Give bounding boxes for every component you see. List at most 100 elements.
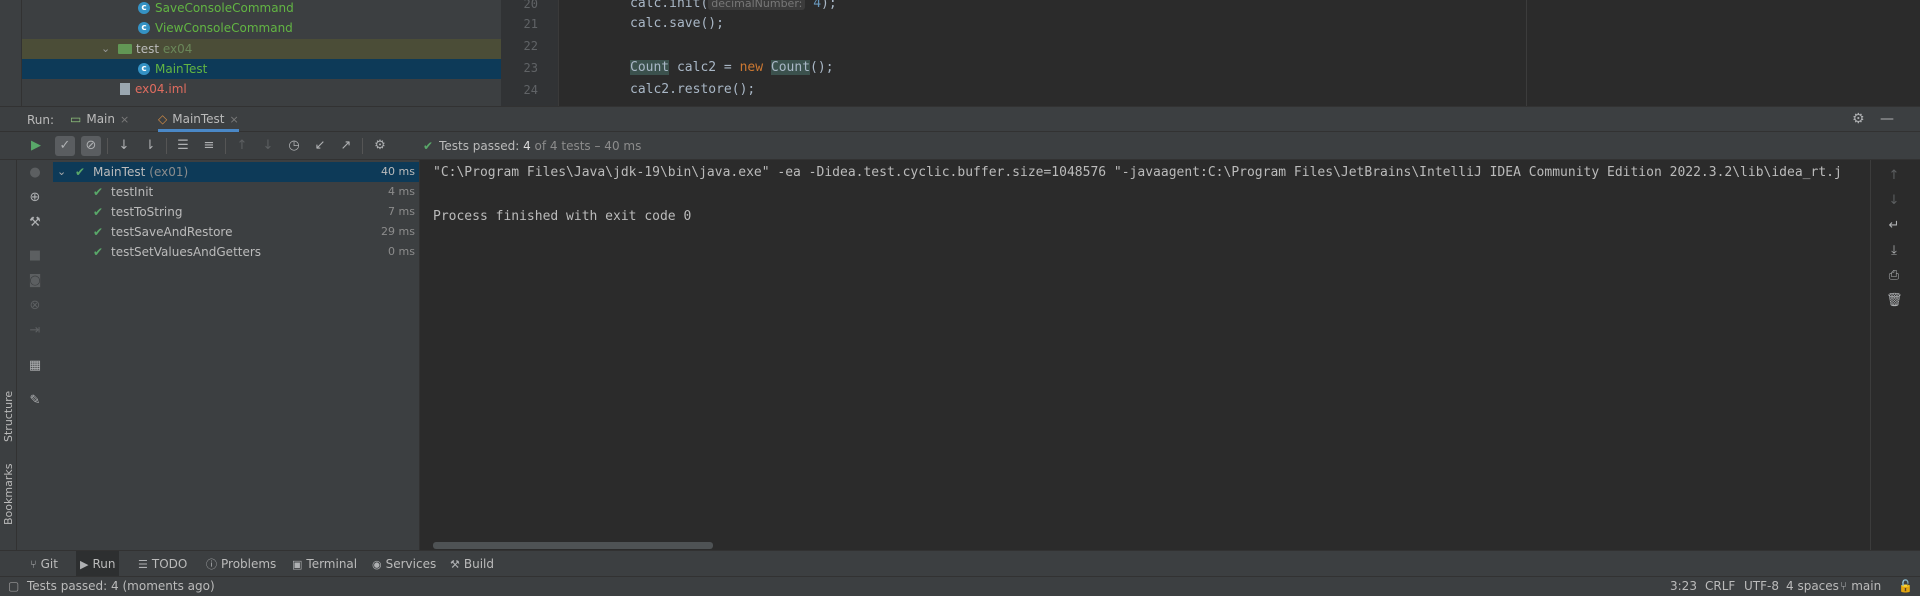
gear-icon[interactable]: ⚙ bbox=[1852, 111, 1865, 127]
file-encoding[interactable]: UTF-8 bbox=[1744, 579, 1779, 593]
settings-icon[interactable]: ⚙ bbox=[370, 136, 390, 156]
git-branch[interactable]: ⑂ main bbox=[1840, 579, 1881, 593]
code-line: calc2.restore(); bbox=[630, 82, 756, 97]
test-row[interactable]: ✔ testToString 7 ms bbox=[53, 202, 419, 222]
toolbar-separator bbox=[225, 138, 226, 154]
run-tool-button[interactable]: ▶ Run bbox=[76, 551, 120, 577]
terminal-icon: ▣ bbox=[292, 558, 303, 571]
sort-alphabetically-icon[interactable]: ↓ bbox=[114, 136, 134, 156]
caret-position[interactable]: 3:23 bbox=[1670, 579, 1697, 593]
check-icon: ✔ bbox=[93, 245, 104, 259]
run-config-icon: ▭ bbox=[70, 112, 82, 126]
services-icon: ◉ bbox=[372, 558, 382, 571]
git-icon: ⑂ bbox=[30, 558, 37, 571]
module-file-icon bbox=[120, 83, 130, 95]
junit-icon: ◇ bbox=[158, 112, 168, 126]
code-line: calc.save(); bbox=[630, 16, 724, 31]
project-tree: c SaveConsoleCommand c ViewConsoleComman… bbox=[22, 0, 501, 106]
debug-icon[interactable]: ● bbox=[27, 165, 43, 180]
class-icon: c bbox=[138, 2, 150, 14]
import-tests-icon[interactable]: ↙ bbox=[310, 136, 330, 156]
check-icon: ✔ bbox=[93, 225, 104, 239]
collapse-all-icon[interactable]: ≡ bbox=[199, 136, 219, 156]
class-icon: c bbox=[138, 63, 150, 75]
chevron-down-icon[interactable]: ⌄ bbox=[101, 39, 110, 59]
export-results-icon[interactable]: ↗ bbox=[336, 136, 356, 156]
editor-right-margin bbox=[1526, 0, 1920, 106]
toolbar-separator bbox=[166, 138, 167, 154]
test-row[interactable]: ✔ testSaveAndRestore 29 ms bbox=[53, 222, 419, 242]
project-tree-item[interactable]: c MainTest bbox=[22, 59, 501, 79]
run-panel-label: Run: bbox=[27, 113, 55, 127]
status-message[interactable]: Tests passed: 4 (moments ago) bbox=[27, 579, 215, 593]
project-tree-item[interactable]: c ViewConsoleCommand bbox=[22, 18, 501, 38]
services-tool-button[interactable]: ◉ Services bbox=[368, 551, 440, 577]
project-tree-item[interactable]: c SaveConsoleCommand bbox=[22, 0, 501, 18]
check-icon: ✔ bbox=[93, 185, 104, 199]
test-row[interactable]: ✔ testInit 4 ms bbox=[53, 182, 419, 202]
todo-tool-button[interactable]: ☰ TODO bbox=[134, 551, 191, 577]
tab-maintest[interactable]: ◇ MainTest × bbox=[158, 107, 239, 132]
attach-icon[interactable]: ⊕ bbox=[27, 190, 43, 205]
restore-layout-icon[interactable]: ⊗ bbox=[27, 298, 43, 313]
left-tool-strip bbox=[0, 0, 22, 106]
toolbar-separator bbox=[362, 138, 363, 154]
terminal-tool-button[interactable]: ▣ Terminal bbox=[288, 551, 361, 577]
indent-setting[interactable]: 4 spaces bbox=[1786, 579, 1839, 593]
rerun-icon[interactable]: ▶ bbox=[26, 136, 46, 156]
project-tree-item[interactable]: ex04.iml bbox=[22, 79, 501, 99]
down-arrow-icon[interactable]: ↓ bbox=[1886, 193, 1902, 208]
show-ignored-icon[interactable]: ⊘ bbox=[81, 136, 101, 156]
trash-icon[interactable]: 🗑 bbox=[1886, 293, 1903, 308]
previous-failed-icon[interactable]: ↑ bbox=[232, 136, 252, 156]
code-line: calc.init(decimalNumber: 4); bbox=[630, 0, 837, 11]
build-tool-button[interactable]: ⚒ Build bbox=[446, 551, 498, 577]
test-row[interactable]: ✔ testSetValuesAndGetters 0 ms bbox=[53, 242, 419, 262]
branch-icon: ⑂ bbox=[1840, 579, 1848, 593]
project-tree-item[interactable]: ⌄ test ex04 bbox=[22, 39, 501, 59]
left-side-strip: Structure Bookmarks bbox=[0, 160, 17, 550]
tool-window-bar: ⑂ Git ▶ Run ☰ TODO ⓘ Problems ▣ Terminal ◉ Ser… bbox=[0, 550, 1920, 577]
exit-icon[interactable]: ⇥ bbox=[27, 323, 43, 338]
close-icon[interactable]: × bbox=[230, 113, 239, 126]
problems-tool-button[interactable]: ⓘ Problems bbox=[202, 551, 280, 577]
soft-wrap-icon[interactable]: ↵ bbox=[1886, 218, 1902, 233]
expand-all-icon[interactable]: ☰ bbox=[173, 136, 193, 156]
stop-icon[interactable]: ■ bbox=[27, 248, 43, 263]
folder-icon bbox=[118, 44, 132, 54]
git-tool-button[interactable]: ⑂ Git bbox=[26, 551, 62, 577]
tab-main[interactable]: ▭ Main × bbox=[70, 107, 129, 132]
camera-icon[interactable]: ◙ bbox=[27, 273, 43, 288]
print-icon[interactable]: ⎙ bbox=[1886, 268, 1902, 283]
up-arrow-icon[interactable]: ↑ bbox=[1886, 168, 1902, 183]
bookmarks-tool-button[interactable]: Bookmarks bbox=[2, 464, 15, 525]
code-editor[interactable]: calc.init(decimalNumber: 4); calc.save()… bbox=[560, 0, 1526, 106]
check-icon: ✔ bbox=[423, 139, 434, 153]
scroll-to-end-icon[interactable]: ⤓ bbox=[1886, 243, 1902, 258]
wrench-icon[interactable]: ⚒ bbox=[27, 215, 43, 230]
show-passed-icon[interactable]: ✓ bbox=[55, 136, 75, 156]
run-icon: ▶ bbox=[80, 558, 89, 571]
code-line: Count calc2 = new Count(); bbox=[630, 60, 834, 75]
close-icon[interactable]: × bbox=[120, 113, 129, 126]
next-failed-icon[interactable]: ↓ bbox=[258, 136, 278, 156]
sort-by-duration-icon[interactable]: ⇂ bbox=[140, 136, 160, 156]
console-exit-line: Process finished with exit code 0 bbox=[433, 209, 692, 224]
status-bar: ▢ Tests passed: 4 (moments ago) 3:23 CRL… bbox=[0, 576, 1920, 596]
layout-icon[interactable]: ▦ bbox=[27, 358, 43, 373]
run-actions-column: ● ⊕ ⚒ ■ ◙ ⊗ ⇥ ▦ ✎ bbox=[17, 160, 53, 550]
run-tool-window-header: Run: ▭ Main × ◇ MainTest × ⚙ — bbox=[0, 106, 1920, 132]
console-output[interactable]: "C:\Program Files\Java\jdk-19\bin\java.e… bbox=[421, 160, 1870, 550]
lock-icon[interactable]: 🔓 bbox=[1898, 579, 1913, 593]
horizontal-scrollbar[interactable] bbox=[433, 542, 713, 549]
minimize-icon[interactable]: — bbox=[1880, 111, 1894, 127]
line-separator[interactable]: CRLF bbox=[1705, 579, 1735, 593]
test-suite-row[interactable]: ⌄ ✔ MainTest (ex01) 40 ms bbox=[53, 162, 419, 182]
problems-icon: ⓘ bbox=[206, 558, 217, 571]
console-command-line: "C:\Program Files\Java\jdk-19\bin\java.e… bbox=[433, 165, 1842, 180]
pin-icon[interactable]: ✎ bbox=[27, 393, 43, 408]
history-icon[interactable]: ◷ bbox=[284, 136, 304, 156]
chevron-down-icon[interactable]: ⌄ bbox=[57, 162, 66, 182]
layout-toggle-icon[interactable]: ▢ bbox=[8, 579, 19, 593]
structure-tool-button[interactable]: Structure bbox=[2, 391, 15, 442]
